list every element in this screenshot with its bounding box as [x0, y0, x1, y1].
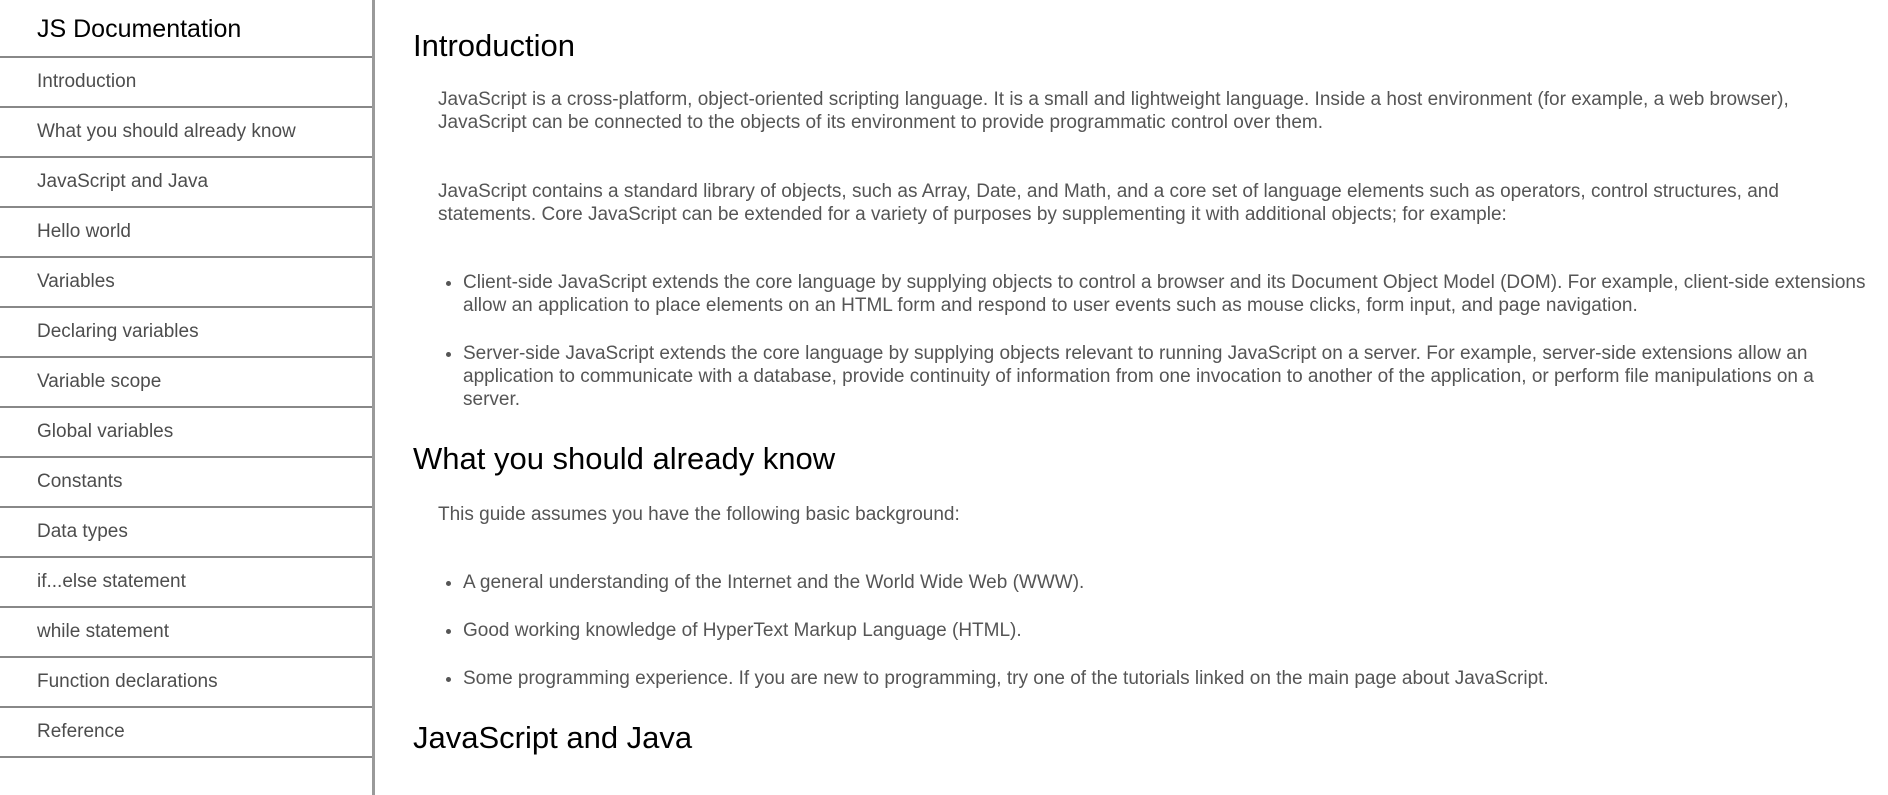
- know-paragraph-1: This guide assumes you have the followin…: [438, 504, 960, 525]
- nav-link-global-variables[interactable]: Global variables: [0, 408, 372, 458]
- section-heading-javascript-and-java: JavaScript and Java: [413, 720, 693, 755]
- nav-link-if-else-statement[interactable]: if...else statement: [0, 558, 372, 608]
- nav-link-what-you-should-already-know[interactable]: What you should already know: [0, 108, 372, 158]
- intro-bullet-list: Client-side JavaScript extends the core …: [413, 271, 1875, 411]
- list-item: A general understanding of the Internet …: [463, 571, 1875, 594]
- section-javascript-and-java: JavaScript and Java: [413, 720, 1875, 756]
- section-heading-what-you-should-already-know: What you should already know: [413, 441, 836, 476]
- list-item: Some programming experience. If you are …: [463, 667, 1875, 690]
- know-bullet-list: A general understanding of the Internet …: [413, 571, 1875, 690]
- nav-link-constants[interactable]: Constants: [0, 458, 372, 508]
- intro-paragraph-2: JavaScript contains a standard library o…: [438, 181, 1779, 225]
- nav-list: Introduction What you should already kno…: [0, 58, 372, 758]
- main-doc: Introduction JavaScript is a cross-platf…: [413, 0, 1875, 795]
- section-heading-introduction: Introduction: [413, 28, 575, 63]
- nav-link-while-statement[interactable]: while statement: [0, 608, 372, 658]
- list-item: Good working knowledge of HyperText Mark…: [463, 619, 1875, 642]
- nav-link-data-types[interactable]: Data types: [0, 508, 372, 558]
- nav-link-reference[interactable]: Reference: [0, 708, 372, 758]
- nav-link-function-declarations[interactable]: Function declarations: [0, 658, 372, 708]
- nav-link-introduction[interactable]: Introduction: [0, 58, 372, 108]
- intro-paragraph-1: JavaScript is a cross-platform, object-o…: [438, 89, 1789, 133]
- navbar: JS Documentation Introduction What you s…: [0, 0, 375, 795]
- section-introduction: Introduction JavaScript is a cross-platf…: [413, 28, 1875, 411]
- nav-link-javascript-and-java[interactable]: JavaScript and Java: [0, 158, 372, 208]
- nav-link-variables[interactable]: Variables: [0, 258, 372, 308]
- list-item: Server-side JavaScript extends the core …: [463, 342, 1875, 411]
- nav-link-hello-world[interactable]: Hello world: [0, 208, 372, 258]
- nav-link-variable-scope[interactable]: Variable scope: [0, 358, 372, 408]
- nav-link-declaring-variables[interactable]: Declaring variables: [0, 308, 372, 358]
- navbar-title: JS Documentation: [0, 0, 372, 58]
- list-item: Client-side JavaScript extends the core …: [463, 271, 1875, 317]
- section-what-you-should-already-know: What you should already know This guide …: [413, 441, 1875, 690]
